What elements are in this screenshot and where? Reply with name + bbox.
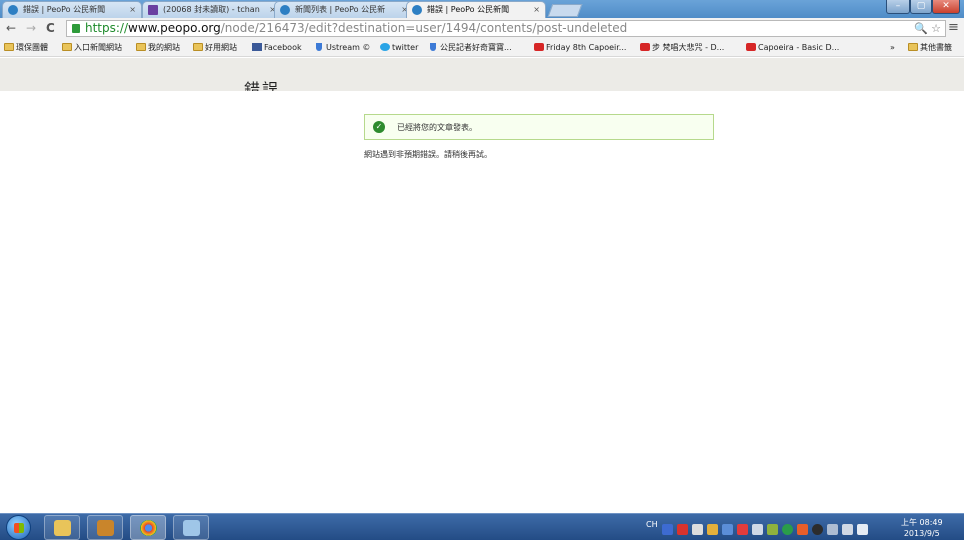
- forward-arrow-icon[interactable]: →: [26, 21, 36, 35]
- tab-label: 新聞列表 | PeoPo 公民新: [295, 5, 386, 14]
- address-bar[interactable]: https://www.peopo.org/node/216473/edit?d…: [66, 20, 946, 37]
- maximize-button[interactable]: ▢: [910, 0, 932, 14]
- flag-icon[interactable]: [752, 524, 763, 535]
- youtube-icon: [534, 43, 544, 51]
- windows-taskbar: CH 上午 08:49 2013/9/5: [0, 513, 964, 540]
- bookmark-item[interactable]: 公民記者好奇寶寶...: [428, 42, 512, 53]
- ustream-icon: [430, 43, 436, 51]
- taskbar-paint[interactable]: [173, 515, 209, 540]
- peopo-favicon-icon: [8, 5, 18, 15]
- youtube-icon: [640, 43, 650, 51]
- bookmark-item[interactable]: Capoeira - Basic D...: [746, 42, 839, 53]
- bookmark-item[interactable]: Ustream ©: [314, 42, 370, 53]
- tab-label: 錯誤 | PeoPo 公民新聞: [427, 5, 510, 14]
- twitter-icon: [380, 43, 390, 51]
- folder-icon: [908, 43, 918, 51]
- taskbar-app[interactable]: [87, 515, 123, 540]
- tray-app-icon[interactable]: [737, 524, 748, 535]
- tray-app-icon[interactable]: [767, 524, 778, 535]
- ime-indicator[interactable]: CH: [646, 520, 658, 529]
- bookmark-item[interactable]: Facebook: [252, 42, 302, 53]
- mail-favicon-icon: [148, 5, 158, 15]
- taskbar-explorer[interactable]: [44, 515, 80, 540]
- tray-app-icon[interactable]: [707, 524, 718, 535]
- tab-close-icon[interactable]: ×: [533, 2, 540, 18]
- reload-icon[interactable]: C: [46, 21, 55, 35]
- back-arrow-icon[interactable]: ←: [6, 21, 16, 35]
- tab-mail[interactable]: (20068 封未讀取) - tchan ×: [142, 1, 282, 18]
- folder-icon: [4, 43, 14, 51]
- browser-toolbar: ← → C https://www.peopo.org/node/216473/…: [0, 18, 964, 39]
- bookmark-item[interactable]: 好用網站: [193, 42, 237, 53]
- status-message-text: 已經將您的文章發表。: [397, 123, 477, 132]
- system-tray: [662, 520, 890, 535]
- tray-app-icon[interactable]: [797, 524, 808, 535]
- ime-icon[interactable]: [662, 524, 673, 535]
- tray-app-icon[interactable]: [782, 524, 793, 535]
- tab-error-1[interactable]: 錯誤 | PeoPo 公民新聞 ×: [2, 1, 142, 18]
- taskbar-clock[interactable]: 上午 08:49 2013/9/5: [901, 517, 943, 539]
- clock-time: 上午 08:49: [901, 518, 943, 527]
- bookmarks-bar: 環保團體 入口新聞網站 我的網站 好用網站 Facebook Ustream ©…: [0, 39, 964, 57]
- volume-icon[interactable]: [857, 524, 868, 535]
- status-message-box: ✓ 已經將您的文章發表。: [364, 114, 714, 140]
- clock-date: 2013/9/5: [903, 529, 940, 538]
- tab-close-icon[interactable]: ×: [129, 2, 136, 18]
- peopo-favicon-icon: [280, 5, 290, 15]
- bookmarks-overflow-icon[interactable]: »: [890, 42, 895, 53]
- lock-icon: [72, 24, 80, 33]
- folder-icon: [136, 43, 146, 51]
- minimize-button[interactable]: –: [886, 0, 910, 14]
- bookmark-item[interactable]: Friday 8th Capoeir...: [534, 42, 626, 53]
- tab-label: 錯誤 | PeoPo 公民新聞: [23, 5, 106, 14]
- youtube-icon: [746, 43, 756, 51]
- bookmark-item[interactable]: 環保團體: [4, 42, 48, 53]
- network-icon[interactable]: [827, 524, 838, 535]
- zoom-and-star-icon[interactable]: 🔍 ☆: [914, 21, 941, 36]
- checkmark-icon: ✓: [373, 121, 385, 133]
- url-scheme: https://: [85, 21, 129, 35]
- bookmark-item[interactable]: 步 梵唱大悲咒 - D...: [640, 42, 724, 53]
- tray-app-icon[interactable]: [812, 524, 823, 535]
- chrome-icon: [140, 520, 157, 536]
- monitor-icon[interactable]: [842, 524, 853, 535]
- taskbar-chrome[interactable]: [130, 515, 166, 540]
- tray-app-icon[interactable]: [722, 524, 733, 535]
- chrome-menu-icon[interactable]: ≡: [948, 20, 959, 35]
- close-window-button[interactable]: ✕: [932, 0, 960, 14]
- bookmark-item[interactable]: 我的網站: [136, 42, 180, 53]
- peopo-favicon-icon: [412, 5, 422, 15]
- paint-icon: [183, 520, 200, 536]
- error-message: 網站遇到非預期錯誤。請稍後再試。: [364, 150, 492, 159]
- folder-icon: [54, 520, 71, 536]
- folder-icon: [62, 43, 72, 51]
- tab-label: (20068 封未讀取) - tchan: [163, 5, 260, 14]
- folder-icon: [193, 43, 203, 51]
- facebook-icon: [252, 43, 262, 51]
- url-host: www.peopo.org: [128, 21, 221, 35]
- other-bookmarks[interactable]: 其他書籤: [908, 42, 952, 53]
- page-title: 錯誤: [244, 80, 281, 91]
- new-tab-button[interactable]: [547, 4, 583, 17]
- page-header: 錯誤: [0, 58, 964, 91]
- help-icon[interactable]: [692, 524, 703, 535]
- tab-error-active[interactable]: 錯誤 | PeoPo 公民新聞 ×: [406, 1, 546, 18]
- browser-title-bar: 錯誤 | PeoPo 公民新聞 × (20068 封未讀取) - tchan ×…: [0, 0, 964, 18]
- url-path: /node/216473/edit?destination=user/1494/…: [220, 21, 628, 35]
- media-icon: [97, 520, 114, 536]
- start-button[interactable]: [6, 515, 31, 540]
- bookmark-item[interactable]: twitter: [380, 42, 418, 53]
- ustream-icon: [316, 43, 322, 51]
- keyboard-icon[interactable]: [677, 524, 688, 535]
- bookmark-item[interactable]: 入口新聞網站: [62, 42, 122, 53]
- tab-news-list[interactable]: 新聞列表 | PeoPo 公民新 ×: [274, 1, 414, 18]
